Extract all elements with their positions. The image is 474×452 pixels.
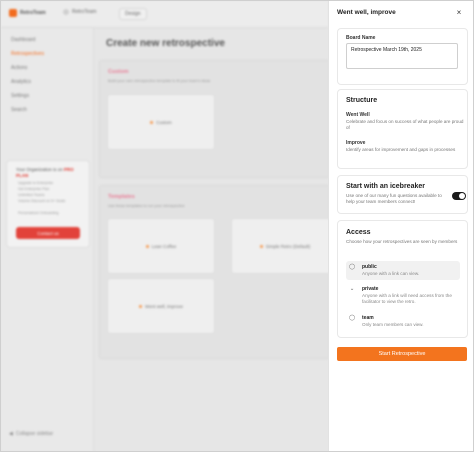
user-icon: ◯	[349, 264, 356, 270]
panel-title: Went well, improve	[337, 9, 396, 16]
plan-promo-card: Your Organization is on PRO PLAN Upgrade…	[6, 160, 90, 248]
template-dot-icon	[150, 120, 154, 124]
templates-heading: Templates	[108, 194, 135, 200]
templates-section: Templates Use these templates to run you…	[99, 185, 339, 359]
card-label: Went well, improve	[145, 303, 183, 309]
start-retrospective-button[interactable]: Start Retrospective	[337, 347, 467, 361]
option-desc: Only team members can view.	[362, 322, 424, 327]
access-desc: Choose how your retrospectives are seen …	[346, 239, 458, 244]
page-title: Create new retrospective	[106, 38, 225, 49]
template-card-went-well-improve[interactable]: Went well, improve	[107, 278, 215, 334]
main-content: Create new retrospective Custom Build yo…	[94, 28, 339, 451]
sidebar: Dashboard Retrospectives Actions Analyti…	[1, 28, 94, 451]
start-button-label: Start Retrospective	[378, 351, 426, 357]
workspace-avatar	[63, 9, 69, 15]
option-desc: Anyone with a link will need access from…	[362, 293, 452, 304]
column-desc: Celebrate and focus on success of what p…	[346, 119, 464, 130]
promo-title: Your Organization is on PRO PLAN	[16, 167, 86, 179]
logo-icon	[9, 9, 17, 17]
promo-feature: Unlimited Teams	[18, 193, 45, 197]
sidebar-item-retrospectives[interactable]: Retrospectives	[11, 51, 44, 57]
sidebar-item-analytics[interactable]: Analytics	[11, 79, 31, 85]
create-retro-panel: Went well, improve × Board Name Retrospe…	[328, 1, 473, 451]
chevron-down-icon: ⌄	[349, 286, 355, 292]
custom-template-card[interactable]: Custom	[107, 94, 215, 150]
icebreaker-heading: Start with an icebreaker	[346, 183, 425, 190]
access-option-team[interactable]: ◯ team Only team members can view.	[346, 312, 460, 331]
icebreaker-desc: Use one of our many fun questions availa…	[346, 193, 442, 204]
background-app: RetroTeam RetroTeam Design Dashboard Ret…	[1, 1, 339, 451]
users-icon: ◯	[349, 315, 356, 321]
design-tab[interactable]: Design	[119, 8, 147, 20]
logo-text: RetroTeam	[20, 10, 46, 16]
template-card-lean-coffee[interactable]: Lean Coffee	[107, 218, 215, 274]
icebreaker-toggle[interactable]	[452, 192, 466, 200]
board-name-input[interactable]: Retrospective March 19th, 2025	[346, 43, 458, 69]
workspace-name: RetroTeam	[72, 9, 97, 15]
template-dot-icon	[259, 244, 263, 248]
top-bar: RetroTeam RetroTeam Design	[1, 1, 328, 28]
icebreaker-box: Start with an icebreaker Use one of our …	[337, 175, 468, 214]
template-dot-icon	[145, 244, 149, 248]
workspace-switcher[interactable]: RetroTeam	[63, 9, 96, 15]
promo-feature: Upgrade to Enterprise	[18, 181, 54, 185]
access-option-private[interactable]: ⌄ private Anyone with a link will need a…	[346, 283, 460, 308]
card-label: Simple Retro (Default)	[265, 243, 311, 249]
structure-box: Structure Went Well Celebrate and focus …	[337, 89, 468, 169]
app-window: RetroTeam RetroTeam Design Dashboard Ret…	[0, 0, 474, 452]
promo-feature: Volume Discount on 5+ Seats	[18, 199, 66, 203]
card-label: Custom	[156, 119, 172, 125]
collapse-sidebar-button[interactable]: ◀ Collapse sidebar	[9, 431, 53, 437]
logo[interactable]: RetroTeam	[9, 9, 46, 17]
promo-title-prefix: Your Organization is on	[16, 167, 63, 172]
structure-heading: Structure	[346, 97, 378, 104]
option-name: public	[362, 264, 377, 270]
custom-section: Custom Build your own retrospective temp…	[99, 60, 330, 178]
column-desc: Identify areas for improvement and gaps …	[346, 147, 456, 152]
sidebar-item-search[interactable]: Search	[11, 107, 27, 113]
collapse-label: Collapse sidebar	[15, 431, 54, 437]
promo-feature: Get Enterprise Plan	[18, 187, 50, 191]
board-name-box: Board Name Retrospective March 19th, 202…	[337, 28, 468, 85]
option-name: private	[362, 286, 379, 292]
access-option-public[interactable]: ◯ public Anyone with a link can view.	[346, 261, 460, 280]
template-card-simple-retro[interactable]: Simple Retro (Default)	[231, 218, 339, 274]
card-label: Lean Coffee	[151, 243, 177, 249]
option-name: team	[362, 315, 374, 321]
custom-heading: Custom	[108, 69, 129, 75]
close-icon[interactable]: ×	[455, 9, 463, 17]
template-dot-icon	[139, 304, 143, 308]
sidebar-item-settings[interactable]: Settings	[11, 93, 29, 99]
column-name: Went Well	[346, 112, 370, 118]
promo-feature: Personalized Onboarding	[18, 211, 59, 215]
contact-us-label: Contact us	[37, 230, 59, 236]
option-desc: Anyone with a link can view.	[362, 271, 420, 276]
templates-subtitle: Use these templates to run your retrospe…	[108, 204, 185, 208]
board-name-label: Board Name	[346, 35, 376, 41]
custom-subtitle: Build your own retrospective template to…	[108, 79, 211, 83]
contact-us-button[interactable]: Contact us	[16, 227, 80, 239]
sidebar-item-dashboard[interactable]: Dashboard	[11, 37, 35, 43]
sidebar-item-actions[interactable]: Actions	[11, 65, 27, 71]
access-box: Access Choose how your retrospectives ar…	[337, 220, 468, 338]
toggle-knob	[459, 193, 465, 199]
access-heading: Access	[346, 229, 371, 236]
column-name: Improve	[346, 140, 366, 146]
collapse-icon: ◀	[9, 431, 13, 437]
